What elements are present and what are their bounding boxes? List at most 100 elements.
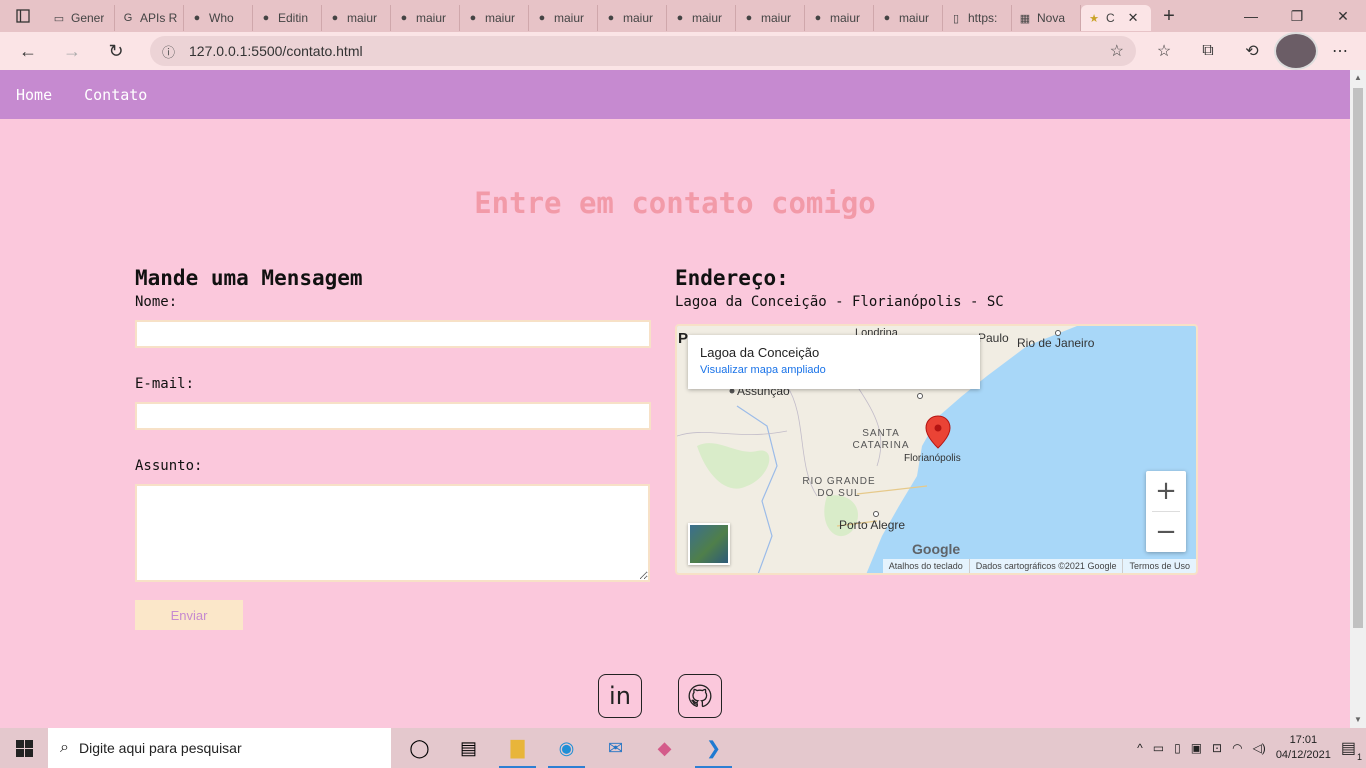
- tab-actions-icon[interactable]: [0, 0, 46, 32]
- tab-title: maiur: [692, 11, 723, 25]
- tab-title: APIs R: [140, 11, 177, 25]
- notifications-button[interactable]: ▤ 1: [1341, 738, 1362, 762]
- tab-title: maiur: [830, 11, 861, 25]
- browser-tab[interactable]: ● maiur: [529, 5, 598, 31]
- terms-link[interactable]: Termos de Uso: [1122, 559, 1196, 573]
- new-tab-button[interactable]: +: [1151, 5, 1187, 28]
- star-icon: ★: [1089, 12, 1099, 25]
- email-field[interactable]: [135, 402, 651, 430]
- cortana-button[interactable]: ◯: [395, 728, 444, 768]
- device-icon[interactable]: ▣: [1191, 741, 1202, 755]
- task-view-button[interactable]: ▤: [444, 728, 493, 768]
- browser-tab[interactable]: ● maiur: [460, 5, 529, 31]
- browser-tab[interactable]: ● maiur: [805, 5, 874, 31]
- browser-tab[interactable]: ● maiur: [598, 5, 667, 31]
- volume-icon[interactable]: ◁): [1253, 741, 1266, 755]
- notification-count: 1: [1356, 752, 1362, 762]
- update-icon[interactable]: ⊡: [1212, 741, 1222, 755]
- nav-contato-link[interactable]: Contato: [84, 86, 147, 104]
- cortana-icon: ◯: [409, 737, 430, 758]
- tab-title: maiur: [761, 11, 792, 25]
- avatar: [1274, 32, 1318, 70]
- browser-tab[interactable]: G APIs R: [115, 5, 184, 31]
- browser-tab[interactable]: ● maiur: [667, 5, 736, 31]
- refresh-button[interactable]: ↻: [94, 32, 138, 70]
- taskbar-search-box[interactable]: ⌕ Digite aqui para pesquisar: [48, 728, 391, 768]
- browser-tab[interactable]: ▭ Gener: [46, 5, 115, 31]
- minimize-button[interactable]: —: [1228, 0, 1274, 32]
- scroll-up-icon[interactable]: ▲: [1350, 70, 1366, 86]
- zoom-in-button[interactable]: +: [1146, 471, 1186, 511]
- system-tray: ^ ▭ ▯ ▣ ⊡ ◠ ◁) 17:01 04/12/2021 ▤ 1: [1137, 733, 1366, 763]
- browser-tab[interactable]: ● maiur: [736, 5, 805, 31]
- tab-active[interactable]: ★ C ✕: [1081, 5, 1151, 31]
- clock[interactable]: 17:01 04/12/2021: [1276, 733, 1331, 763]
- browser-tab[interactable]: ▦ Nova: [1012, 5, 1081, 31]
- info-icon[interactable]: ⓘ: [162, 42, 175, 61]
- name-field[interactable]: [135, 320, 651, 348]
- form-heading: Mande uma Mensagem: [135, 266, 363, 290]
- view-larger-map-link[interactable]: Visualizar mapa ampliado: [700, 364, 968, 376]
- wifi-icon[interactable]: ◠: [1232, 741, 1242, 755]
- more-menu-icon[interactable]: ⋯: [1318, 32, 1362, 70]
- github-icon: ●: [469, 12, 477, 24]
- keyboard-shortcuts-link[interactable]: Atalhos do teclado: [883, 559, 969, 573]
- map-attribution: Atalhos do teclado Dados cartográficos ©…: [882, 559, 1196, 573]
- send-button[interactable]: Enviar: [135, 600, 243, 630]
- subject-textarea[interactable]: [135, 484, 650, 582]
- add-favorite-icon[interactable]: ☆: [1110, 41, 1124, 61]
- nav-home-link[interactable]: Home: [16, 86, 52, 104]
- clipboard-icon[interactable]: ▯: [1174, 741, 1181, 755]
- show-hidden-icons-icon[interactable]: ^: [1137, 741, 1143, 755]
- map-data-text: Dados cartográficos ©2021 Google: [968, 559, 1123, 573]
- windows-icon: [15, 739, 33, 757]
- github-icon: ●: [745, 12, 753, 24]
- close-tab-icon[interactable]: ✕: [1128, 10, 1139, 26]
- mail-button[interactable]: ✉: [591, 728, 640, 768]
- browser-tab[interactable]: ▯ https:: [943, 5, 1012, 31]
- start-button[interactable]: [0, 728, 48, 768]
- browser-tab[interactable]: ● maiur: [322, 5, 391, 31]
- page-scrollbar[interactable]: ▲ ▼: [1350, 70, 1366, 728]
- github-icon: ●: [262, 12, 270, 24]
- github-icon: ●: [814, 12, 822, 24]
- file-explorer-button[interactable]: ▇: [493, 728, 542, 768]
- tab-title: maiur: [623, 11, 654, 25]
- map-zoom-control: + −: [1146, 471, 1186, 552]
- git-app-button[interactable]: ◆: [640, 728, 689, 768]
- restore-button[interactable]: ❐: [1274, 0, 1320, 32]
- github-link[interactable]: [678, 674, 722, 718]
- tab-title: Gener: [71, 11, 105, 25]
- tab-title: maiur: [554, 11, 585, 25]
- map-city-label: Paulo: [978, 331, 1009, 345]
- scroll-down-icon[interactable]: ▼: [1350, 712, 1366, 728]
- forward-button[interactable]: →: [50, 32, 94, 70]
- edge-button[interactable]: ◉: [542, 728, 591, 768]
- battery-icon[interactable]: ▭: [1153, 741, 1164, 755]
- back-button[interactable]: ←: [6, 32, 50, 70]
- address-bar[interactable]: ⓘ 127.0.0.1:5500/contato.html ☆: [150, 36, 1136, 66]
- email-label: E-mail:: [135, 376, 195, 392]
- favorites-icon[interactable]: ☆: [1142, 32, 1186, 70]
- close-window-button[interactable]: ✕: [1320, 0, 1366, 32]
- browser-tab[interactable]: ● Editin: [253, 5, 322, 31]
- browser-tab[interactable]: ● maiur: [391, 5, 460, 31]
- page-title: Entre em contato comigo: [474, 186, 876, 220]
- collections-icon[interactable]: ⧉: [1186, 32, 1230, 70]
- satellite-toggle-button[interactable]: [688, 523, 730, 565]
- tab-title: Who: [209, 11, 234, 25]
- map-city-label: Rio de Janeiro: [1017, 336, 1095, 350]
- scroll-thumb[interactable]: [1353, 88, 1363, 628]
- clock-time: 17:01: [1289, 734, 1318, 746]
- profile-button[interactable]: [1274, 32, 1318, 70]
- linkedin-link[interactable]: in: [598, 674, 642, 718]
- tab-title: maiur: [899, 11, 930, 25]
- map-embed[interactable]: P Londrina Paulo Rio de Janeiro Assunção…: [675, 324, 1198, 575]
- history-icon[interactable]: ⟲: [1230, 32, 1274, 70]
- tab-title: https:: [968, 11, 998, 25]
- browser-tab[interactable]: ● Who: [184, 5, 253, 31]
- github-icon: ●: [607, 12, 615, 24]
- vscode-button[interactable]: ❯: [689, 728, 738, 768]
- zoom-out-button[interactable]: −: [1146, 512, 1186, 552]
- browser-tab[interactable]: ● maiur: [874, 5, 943, 31]
